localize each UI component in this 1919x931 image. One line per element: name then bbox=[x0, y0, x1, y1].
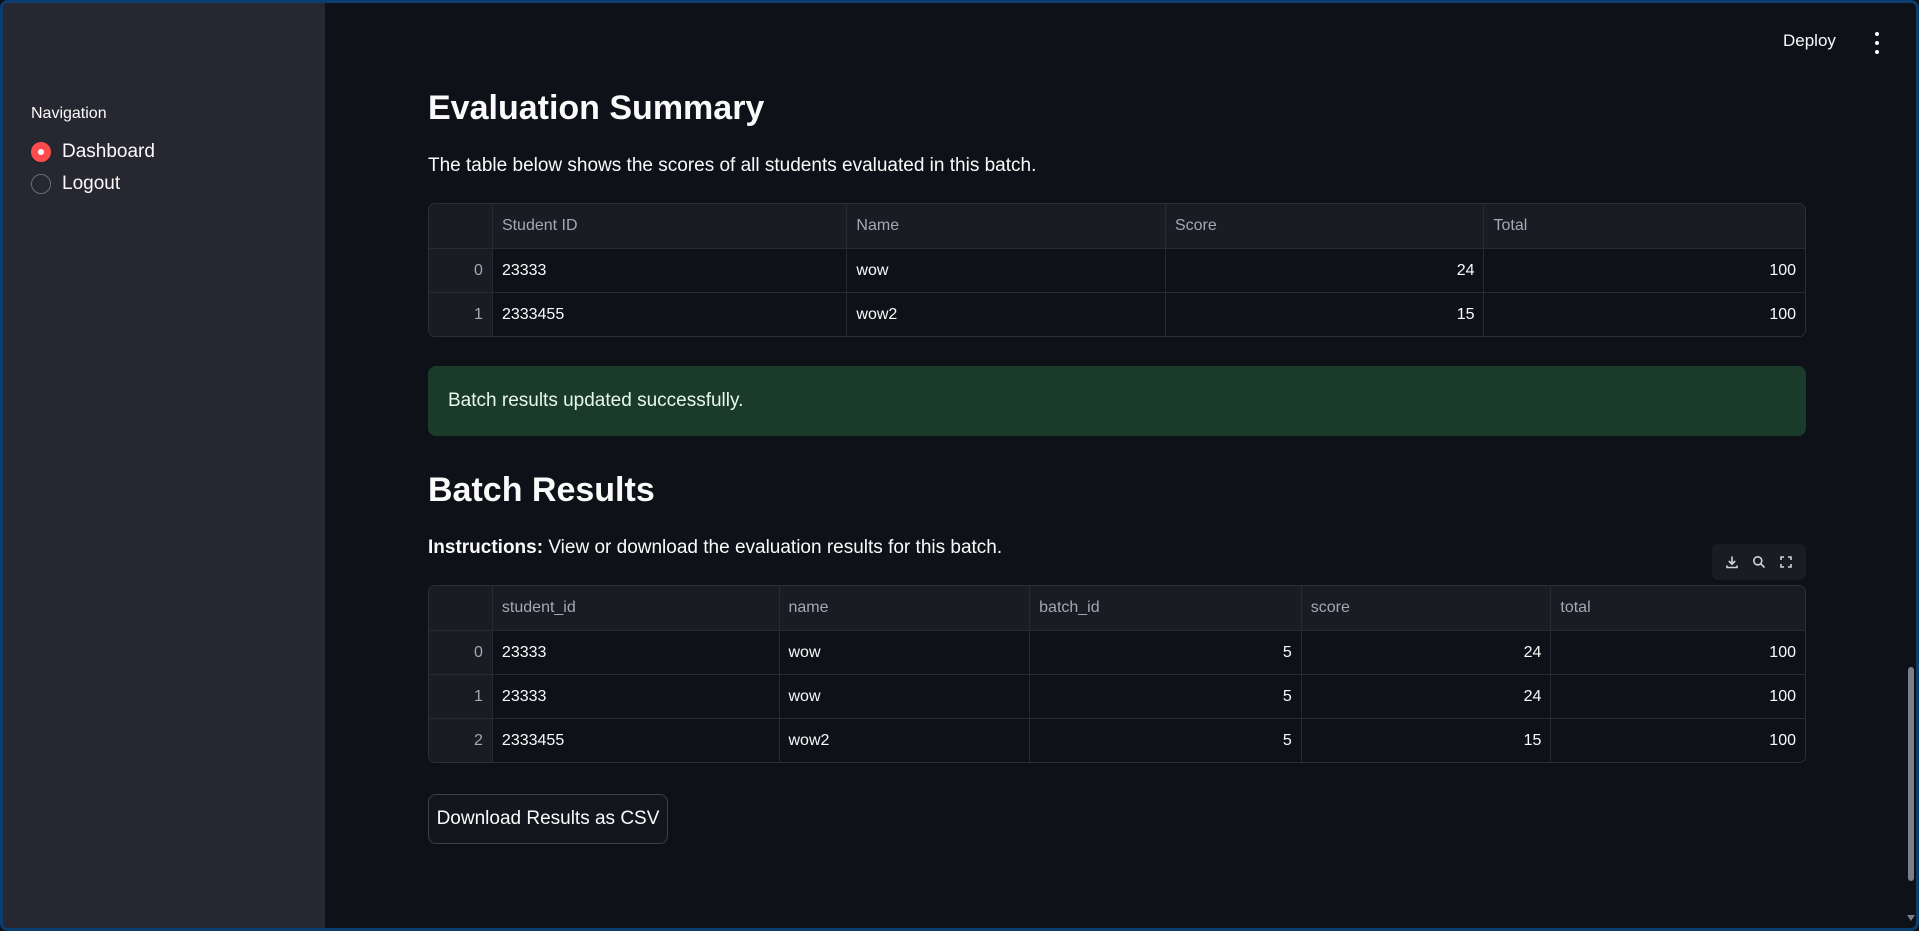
row-index: 0 bbox=[429, 631, 492, 674]
column-header[interactable]: score bbox=[1300, 586, 1551, 630]
column-header[interactable]: total bbox=[1550, 586, 1805, 630]
column-header[interactable]: Total bbox=[1483, 204, 1805, 248]
summary-title: Evaluation Summary bbox=[428, 89, 765, 127]
table-cell[interactable]: 15 bbox=[1300, 719, 1551, 762]
table-cell[interactable]: wow2 bbox=[846, 293, 1165, 336]
column-header[interactable]: batch_id bbox=[1029, 586, 1301, 630]
row-index: 1 bbox=[429, 675, 492, 718]
summary-table[interactable]: Student ID Name Score Total 0 23333 wow … bbox=[428, 203, 1806, 337]
table-toolbar bbox=[1712, 544, 1806, 580]
alert-message: Batch results updated successfully. bbox=[448, 390, 744, 411]
table-row: 2 2333455 wow2 5 15 100 bbox=[429, 718, 1805, 762]
column-header[interactable]: Name bbox=[846, 204, 1165, 248]
table-cell[interactable]: 100 bbox=[1483, 293, 1805, 336]
download-icon[interactable] bbox=[1722, 552, 1742, 572]
table-cell[interactable]: 23333 bbox=[491, 631, 779, 674]
column-header[interactable] bbox=[429, 586, 492, 630]
download-csv-button[interactable]: Download Results as CSV bbox=[428, 794, 668, 844]
instructions-text: View or download the evaluation results … bbox=[543, 537, 1003, 558]
table-cell[interactable]: wow bbox=[778, 631, 1030, 674]
nav-option-label: Logout bbox=[62, 173, 121, 194]
deploy-button[interactable]: Deploy bbox=[1783, 31, 1836, 51]
table-cell[interactable]: 23333 bbox=[491, 675, 779, 718]
sidebar: Navigation Dashboard Logout bbox=[3, 3, 325, 928]
table-cell[interactable]: 24 bbox=[1164, 249, 1484, 292]
scroll-down-icon[interactable] bbox=[1907, 915, 1915, 921]
summary-description: The table below shows the scores of all … bbox=[428, 155, 1037, 176]
radio-selected-icon[interactable] bbox=[31, 142, 51, 162]
table-cell[interactable]: 15 bbox=[1164, 293, 1484, 336]
nav-option-label: Dashboard bbox=[62, 141, 155, 162]
search-icon[interactable] bbox=[1749, 552, 1769, 572]
fullscreen-icon[interactable] bbox=[1776, 552, 1796, 572]
batch-instructions: Instructions: View or download the evalu… bbox=[428, 537, 1806, 559]
table-row: 0 23333 wow 24 100 bbox=[429, 248, 1805, 292]
table-cell[interactable]: wow bbox=[846, 249, 1165, 292]
column-header[interactable] bbox=[429, 204, 492, 248]
nav-option-dashboard[interactable]: Dashboard bbox=[31, 141, 155, 163]
table-cell[interactable]: 23333 bbox=[491, 249, 846, 292]
table-cell[interactable]: wow bbox=[778, 675, 1030, 718]
sidebar-heading: Navigation bbox=[31, 105, 107, 122]
table-cell[interactable]: 5 bbox=[1029, 631, 1301, 674]
table-row: 0 23333 wow 5 24 100 bbox=[429, 630, 1805, 674]
app-window: Navigation Dashboard Logout Deploy Evalu… bbox=[0, 0, 1919, 931]
column-header[interactable]: Score bbox=[1164, 204, 1484, 248]
table-cell[interactable]: 5 bbox=[1029, 675, 1301, 718]
scrollbar-thumb[interactable] bbox=[1908, 667, 1914, 881]
vertical-dots-icon[interactable] bbox=[1869, 29, 1885, 57]
table-cell[interactable]: wow2 bbox=[778, 719, 1030, 762]
table-cell[interactable]: 2333455 bbox=[491, 719, 779, 762]
row-index: 1 bbox=[429, 293, 492, 336]
batch-results-table[interactable]: student_id name batch_id score total 0 2… bbox=[428, 585, 1806, 763]
table-cell[interactable]: 100 bbox=[1550, 719, 1805, 762]
table-cell[interactable]: 100 bbox=[1550, 631, 1805, 674]
table-cell[interactable]: 5 bbox=[1029, 719, 1301, 762]
table-row: 1 2333455 wow2 15 100 bbox=[429, 292, 1805, 336]
batch-title: Batch Results bbox=[428, 471, 655, 509]
table-cell[interactable]: 24 bbox=[1300, 675, 1551, 718]
table-cell[interactable]: 24 bbox=[1300, 631, 1551, 674]
table-header-row: Student ID Name Score Total bbox=[429, 204, 1805, 248]
row-index: 0 bbox=[429, 249, 492, 292]
column-header[interactable]: name bbox=[778, 586, 1030, 630]
table-row: 1 23333 wow 5 24 100 bbox=[429, 674, 1805, 718]
table-cell[interactable]: 100 bbox=[1550, 675, 1805, 718]
nav-option-logout[interactable]: Logout bbox=[31, 173, 120, 195]
column-header[interactable]: Student ID bbox=[491, 204, 846, 248]
row-index: 2 bbox=[429, 719, 492, 762]
table-header-row: student_id name batch_id score total bbox=[429, 586, 1805, 630]
success-alert: Batch results updated successfully. bbox=[428, 366, 1806, 436]
column-header[interactable]: student_id bbox=[491, 586, 779, 630]
table-cell[interactable]: 100 bbox=[1483, 249, 1805, 292]
instructions-label: Instructions: bbox=[428, 537, 544, 558]
radio-unselected-icon[interactable] bbox=[31, 174, 51, 194]
table-cell[interactable]: 2333455 bbox=[491, 293, 846, 336]
